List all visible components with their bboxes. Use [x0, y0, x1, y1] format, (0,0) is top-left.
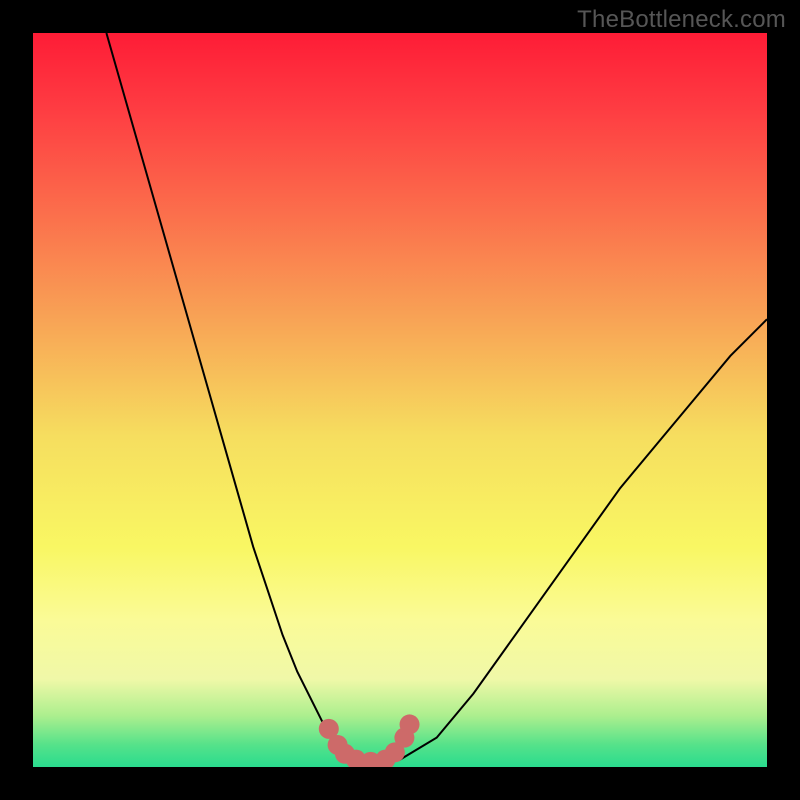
curve-marker	[400, 714, 420, 734]
plot-area	[33, 33, 767, 767]
watermark-text: TheBottleneck.com	[577, 6, 786, 34]
plot-background	[33, 33, 767, 767]
plot-svg	[33, 33, 767, 767]
chart-stage: TheBottleneck.com	[0, 0, 800, 800]
